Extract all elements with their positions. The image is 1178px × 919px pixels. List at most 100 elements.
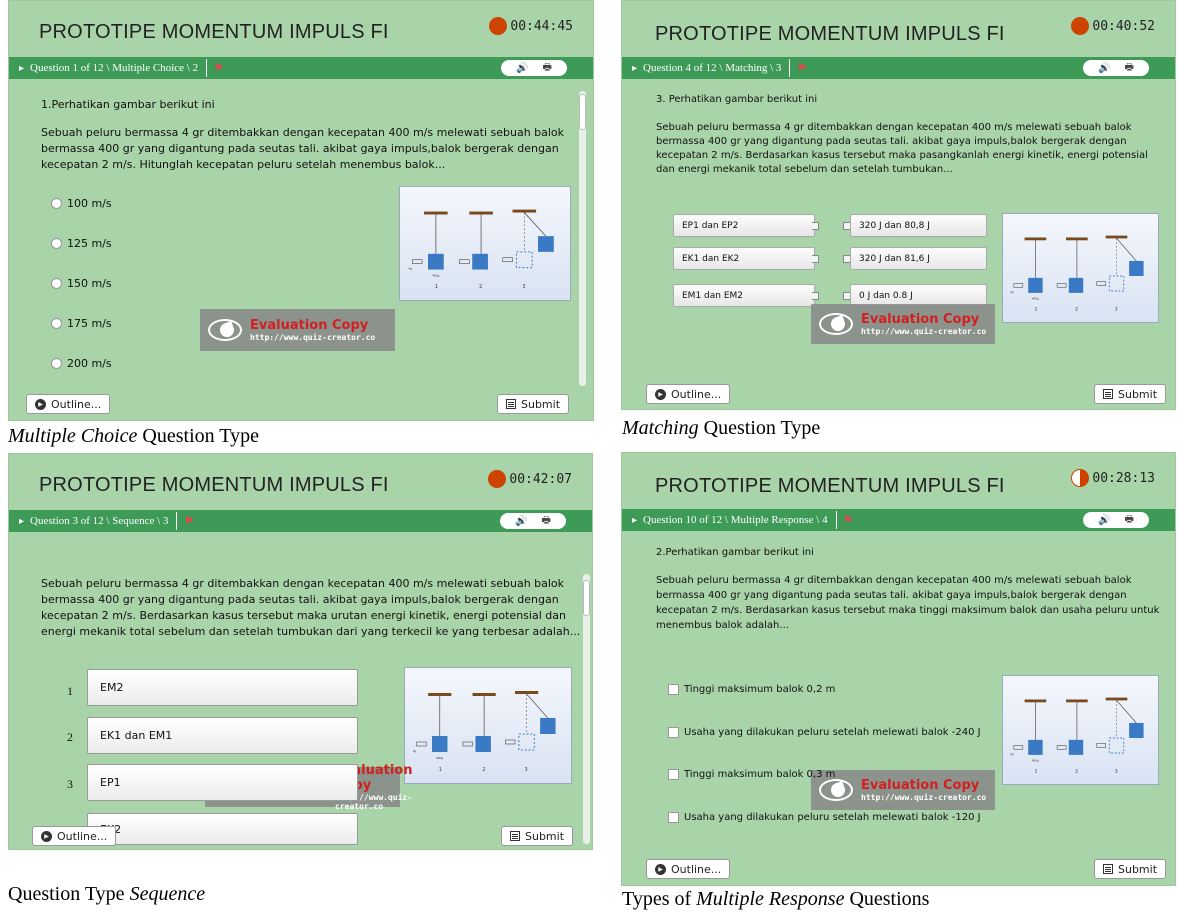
radio-button[interactable] [51,318,62,329]
scrollbar[interactable] [583,574,590,844]
flag-icon[interactable]: ⚑ [176,512,194,530]
caption-rest: Question Type [698,417,821,439]
watermark-url: http://www.quiz-creator.co [861,327,987,336]
scrollbar-thumb[interactable] [583,580,590,616]
watermark-title: Evaluation Copy [250,318,369,333]
match-connector [843,255,850,263]
sequence-item[interactable]: EK2 [87,813,358,845]
speaker-icon[interactable]: 🔊 [515,516,527,527]
option-5[interactable]: 200 m/s [51,357,112,370]
printer-icon[interactable]: 🖶 [1125,512,1134,529]
stage-label: 2 [482,767,485,773]
response-option-2[interactable]: Usaha yang dilakukan peluru setelah mele… [668,727,981,738]
printer-icon[interactable]: 🖶 [543,60,552,77]
match-right-item[interactable]: 320 J dan 81,6 J [850,247,987,270]
radio-button[interactable] [51,358,62,369]
app-title: PROTOTIPE MOMENTUM IMPULS FI [39,474,389,496]
question-bar: ▸ Question 10 of 12 \ Multiple Response … [622,509,1175,531]
stage-label: 2 [479,284,482,290]
app-title: PROTOTIPE MOMENTUM IMPULS FI [39,21,389,43]
option-3[interactable]: 150 m/s [51,277,112,290]
timer: 00:42:07 [488,470,572,488]
timer: 00:40:52 [1071,17,1155,35]
question-bar: ▸ Question 4 of 12 \ Matching \ 3 ⚑ 🔊 🖶 [622,57,1175,79]
speaker-icon[interactable]: 🔊 [1098,63,1110,74]
option-label: Usaha yang dilakukan peluru setelah mele… [684,727,981,738]
outline-button[interactable]: ▶ Outline... [26,394,111,414]
sequence-item[interactable]: EP1 [87,764,358,801]
block-mass-label: 400g [432,273,440,277]
checkbox[interactable] [668,769,679,780]
radio-button[interactable] [51,198,62,209]
outline-button[interactable]: ▶ Outline... [646,384,731,404]
match-right-item[interactable]: 320 J dan 80,8 J [850,214,987,237]
checkbox[interactable] [668,684,679,695]
caption-rest: Questions [844,888,930,910]
submit-button[interactable]: Submit [1094,384,1167,404]
outline-label: Outline... [57,829,108,843]
momentum-figure: 4g 400g 1 2 3 [1002,675,1159,785]
speaker-icon[interactable]: 🔊 [516,63,528,74]
caption-rest: Question Type [8,883,130,905]
question-info: Question 1 of 12 \ Multiple Choice \ 2 [30,62,199,74]
option-label: Usaha yang dilakukan peluru setelah mele… [684,812,981,823]
evaluation-watermark: Evaluation Copyhttp://www.quiz-creator.c… [811,770,995,810]
multiple-response-quiz-window: PROTOTIPE MOMENTUM IMPULS FI 00:28:13 ▸ … [621,452,1176,886]
caption-italic: Sequence [129,883,206,905]
match-connector [812,255,819,263]
flag-icon[interactable]: ⚑ [206,59,224,77]
checkbox[interactable] [668,727,679,738]
response-option-4[interactable]: Usaha yang dilakukan peluru setelah mele… [668,812,981,823]
caption-matching: Matching Question Type [622,417,820,440]
radio-button[interactable] [51,238,62,249]
outline-button[interactable]: ▶ Outline... [32,826,117,846]
response-option-3[interactable]: Tinggi maksimum balok 0,3 m [668,769,835,780]
scrollbar[interactable] [579,91,586,386]
watermark-title: Evaluation Copy [861,312,980,327]
match-left-item[interactable]: EP1 dan EP2 [673,214,815,237]
printer-icon[interactable]: 🖶 [542,513,551,530]
option-label: 125 m/s [67,237,112,250]
caption-multiple-response: Types of Multiple Response Questions [622,888,929,911]
play-icon: ▶ [655,388,666,400]
bullet-mass-label: 4g [1010,290,1014,294]
document-icon [510,831,520,841]
flag-icon[interactable]: ⚑ [789,59,807,77]
match-left-item[interactable]: EM1 dan EM2 [673,284,815,307]
question-arrow-icon: ▸ [19,515,25,527]
app-title: PROTOTIPE MOMENTUM IMPULS FI [655,23,1005,45]
speaker-icon[interactable]: 🔊 [1098,515,1110,526]
momentum-diagram: 4g 400g 1 2 3 [413,691,556,773]
sequence-number: 2 [67,730,73,744]
timer: 00:28:13 [1071,469,1155,487]
match-left-item[interactable]: EK1 dan EK2 [673,247,815,270]
match-connector [843,222,850,230]
match-left-label: EM1 dan EM2 [682,290,744,301]
outline-button[interactable]: ▶ Outline... [646,859,731,879]
option-1[interactable]: 100 m/s [51,197,112,210]
checkbox[interactable] [668,812,679,823]
submit-button[interactable]: Submit [497,394,570,414]
radio-button[interactable] [51,278,62,289]
match-right-label: 0 J dan 0.8 J [859,290,913,301]
option-4[interactable]: 175 m/s [51,317,112,330]
match-connector [812,292,819,300]
submit-button[interactable]: Submit [501,826,574,846]
sequence-item-label: EP1 [100,776,121,789]
caption-prefix: Types of [622,888,697,910]
match-connector [843,292,850,300]
printer-icon[interactable]: 🖶 [1125,60,1134,77]
sequence-item[interactable]: EK1 dan EM1 [87,717,358,754]
sequence-item[interactable]: EM2 [87,669,358,706]
question-number: 3. Perhatikan gambar berikut ini [656,94,818,105]
match-right-label: 320 J dan 81,6 J [859,253,930,264]
play-icon: ▶ [35,398,46,410]
stage-label: 2 [1075,769,1078,775]
scrollbar-thumb[interactable] [579,94,586,130]
response-option-1[interactable]: Tinggi maksimum balok 0,2 m [668,684,835,695]
submit-button[interactable]: Submit [1094,859,1167,879]
caption-italic: Multiple Response [696,888,845,910]
watermark-url: http://www.quiz-creator.co [861,793,987,802]
option-2[interactable]: 125 m/s [51,237,112,250]
flag-icon[interactable]: ⚑ [835,511,853,529]
